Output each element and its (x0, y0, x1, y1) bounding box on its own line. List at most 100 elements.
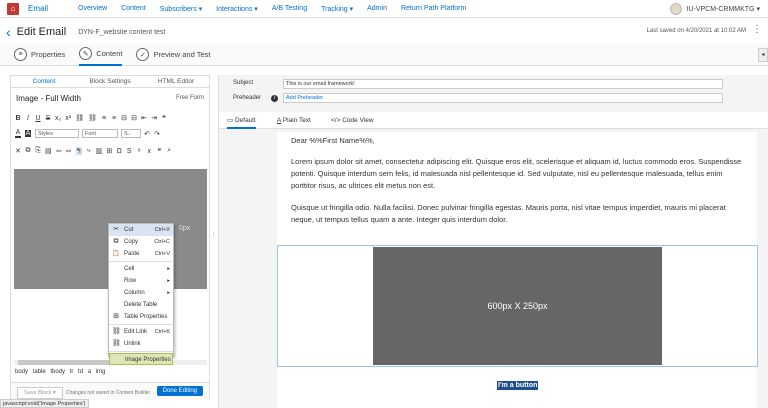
tab-label: Default (234, 117, 256, 124)
subject-input[interactable]: This is our email framework! (283, 79, 723, 89)
save-block-button[interactable]: Save Block ▾ (17, 387, 63, 399)
email-paragraph-1[interactable]: Lorem ipsum dolor sit amet, consectetur … (291, 156, 747, 192)
strike-s-icon[interactable]: S (126, 148, 132, 155)
nav-interactions[interactable]: Interactions ▾ (216, 5, 258, 13)
redo-arrow-icon[interactable]: ⇨ (66, 147, 72, 155)
align-left-icon[interactable]: ⇤ (141, 114, 147, 122)
nav-admin[interactable]: Admin (367, 5, 387, 13)
table-icon[interactable]: ⊞ (106, 147, 112, 155)
user-menu[interactable]: IU-VPCM-CRMMKTG ▾ (670, 3, 760, 15)
tab-properties[interactable]: ≡ Properties (14, 44, 65, 66)
menu-label: Delete Table (124, 302, 158, 308)
indent-icon[interactable]: ⊟ (131, 114, 137, 122)
nav-return-path[interactable]: Return Path Platform (401, 5, 466, 13)
ltr-icon[interactable]: ↰ (75, 147, 82, 155)
tab-block-settings[interactable]: Block Settings (77, 76, 143, 87)
link-icon[interactable]: ⛓ (75, 114, 84, 122)
source-icon[interactable]: ⁸ (136, 148, 142, 155)
submenu-arrow-icon: ▸ (167, 278, 170, 284)
nav-subscribers[interactable]: Subscribers ▾ (160, 5, 202, 13)
home-icon[interactable]: ⌂ (7, 2, 19, 15)
menu-separator (109, 324, 173, 325)
menu-item-row[interactable]: Row ▸ (109, 275, 173, 287)
redo-icon[interactable]: ↷ (154, 130, 160, 138)
menu-item-paste[interactable]: 📋 Paste Ctrl+V (109, 248, 173, 260)
tab-code-view[interactable]: </> Code View (331, 112, 374, 129)
styles-select[interactable]: Styles (35, 129, 79, 138)
numbered-list-icon[interactable]: ≡ (101, 115, 107, 122)
app-name[interactable]: Email (28, 4, 48, 13)
blockquote-icon[interactable]: ❝ (161, 114, 167, 122)
menu-item-copy[interactable]: ⧉ Copy Ctrl+C (109, 236, 173, 248)
splitter-handle-icon[interactable]: ⁞ (213, 233, 215, 239)
nav-overview[interactable]: Overview (78, 5, 107, 13)
nav-ab-testing[interactable]: A/B Testing (272, 5, 307, 13)
font-color-icon[interactable]: A (15, 129, 21, 138)
menu-item-column[interactable]: Column ▸ (109, 287, 173, 299)
image-block-selected[interactable]: 600px X 250px (277, 245, 758, 367)
menu-label: Unlink (124, 341, 141, 347)
superscript-button[interactable]: x² (65, 115, 71, 122)
properties-icon: ≡ (14, 48, 27, 61)
email-paragraph-2[interactable]: Quisque ut fringilla odio. Nulla facilis… (291, 202, 747, 226)
bullet-list-icon[interactable]: ≡ (111, 115, 117, 122)
subscript-button[interactable]: x₂ (55, 115, 61, 122)
font-select[interactable]: Font (82, 129, 118, 138)
menu-label: Copy (124, 239, 139, 245)
paste-text-icon[interactable]: ▤ (45, 147, 52, 155)
search-icon[interactable]: ⌕ (166, 147, 172, 155)
done-editing-button[interactable]: Done Editing (156, 386, 203, 396)
tab-panel-content[interactable]: Content (11, 76, 77, 87)
clear-icon[interactable]: x (146, 148, 152, 155)
undo-icon[interactable]: ↶ (144, 130, 150, 138)
tab-plain-text[interactable]: A Plain Text (277, 112, 311, 129)
italic-button[interactable]: I (25, 115, 31, 122)
bold-button[interactable]: B (15, 115, 21, 122)
more-options-icon[interactable]: ⋮ (752, 24, 762, 35)
remove-format-icon[interactable]: ✕ (15, 147, 21, 155)
underline-button[interactable]: U (35, 115, 41, 122)
image-placeholder[interactable]: 600px X 250px (373, 247, 662, 365)
menu-item-unlink[interactable]: ⛓ Unlink (109, 338, 173, 350)
menu-label: Cut (124, 227, 134, 233)
strikethrough-button[interactable]: S (45, 115, 51, 122)
back-arrow-icon[interactable]: ‹ (6, 25, 11, 39)
paste-icon[interactable]: ⎘ (35, 147, 41, 155)
unlink-icon[interactable]: ⛓ (88, 114, 97, 122)
menu-item-edit-link[interactable]: ⛓ Edit Link Ctrl+K (109, 326, 173, 338)
align-right-icon[interactable]: ⇥ (151, 114, 157, 122)
tab-preview-test[interactable]: ✓ Preview and Test (136, 44, 210, 66)
submenu-arrow-icon: ▸ (167, 266, 170, 272)
text-icon: A (277, 117, 281, 124)
rtl-icon[interactable]: ⤷ (86, 147, 92, 155)
element-path[interactable]: body table tbody tr td a img (15, 369, 105, 375)
menu-item-table-properties[interactable]: ⊞ Table Properties (109, 311, 173, 323)
tab-content[interactable]: ✎ Content (79, 44, 123, 66)
tab-label: Properties (31, 50, 66, 59)
outdent-icon[interactable]: ⊟ (121, 114, 127, 122)
quote-icon[interactable]: ❝ (156, 147, 162, 155)
email-cta-button[interactable]: I'm a button (497, 381, 539, 390)
menu-item-cell[interactable]: Cell ▸ (109, 263, 173, 275)
email-greeting[interactable]: Dear %%First Name%%, (291, 135, 747, 147)
tab-default-view[interactable]: ▭ Default (227, 112, 256, 129)
bg-color-icon[interactable]: A (25, 130, 31, 137)
email-preview-panel: Subject This is our email framework! Pre… (218, 75, 768, 408)
preheader-input[interactable]: Add Preheader (283, 93, 723, 103)
special-char-icon[interactable]: Ω (116, 148, 122, 155)
collapse-panel-icon[interactable]: ◂ (758, 48, 768, 62)
subject-label: Subject (233, 80, 254, 86)
undo-arrow-icon[interactable]: ⇦ (56, 147, 62, 155)
tab-html-editor[interactable]: HTML Editor (143, 76, 209, 87)
info-icon[interactable]: i (271, 95, 278, 102)
image-icon[interactable]: ▥ (96, 147, 103, 155)
nav-content[interactable]: Content (121, 5, 146, 13)
menu-item-image-properties[interactable]: Image Properties (109, 353, 173, 365)
menu-item-delete-table[interactable]: Delete Table (109, 299, 173, 311)
size-select[interactable]: S.. (121, 129, 141, 138)
nav-tracking[interactable]: Tracking ▾ (321, 5, 353, 13)
block-mode[interactable]: Free Form (176, 95, 204, 101)
shortcut: Ctrl+V (154, 251, 170, 257)
menu-item-cut[interactable]: ✂ Cut Ctrl+X (109, 224, 173, 236)
copy-icon[interactable]: ⧉ (25, 147, 31, 155)
